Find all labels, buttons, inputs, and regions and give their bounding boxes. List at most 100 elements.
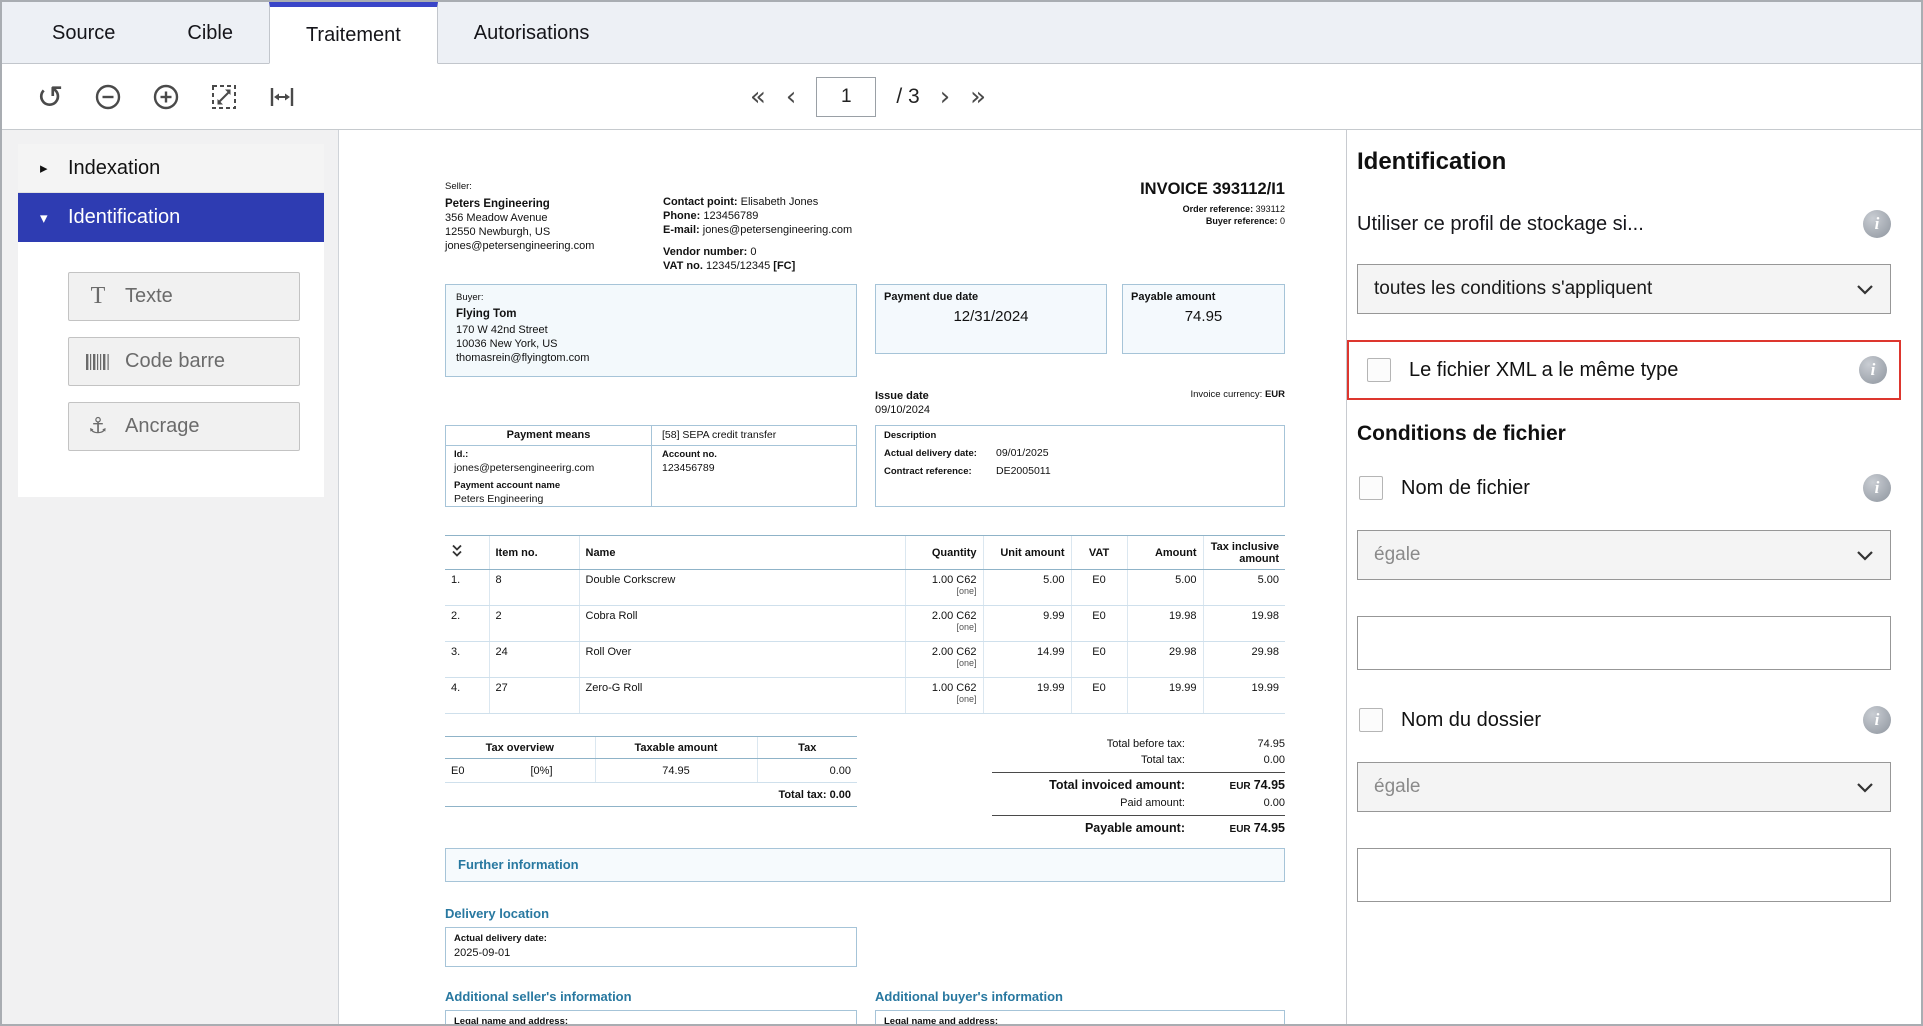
delivery-location-box: Actual delivery date: 2025-09-01 xyxy=(445,927,857,967)
sidebar-item-indexation[interactable]: ▸ Indexation xyxy=(18,144,324,193)
tax-col-overview: Tax overview xyxy=(445,736,595,759)
payment-due-date-box: Payment due date 12/31/2024 xyxy=(875,284,1107,354)
col-amount: Amount xyxy=(1126,535,1203,570)
barcode-tool-button[interactable]: Code barre xyxy=(68,337,300,386)
anchor-tool-button[interactable]: ⚓ Ancrage xyxy=(68,402,300,451)
invoice-title-block: INVOICE 393112/I1 Order reference: 39311… xyxy=(1073,180,1285,282)
seller-block: Seller: Peters Engineering 356 Meadow Av… xyxy=(445,180,663,282)
vendor-number-label: Vendor number: xyxy=(663,246,748,258)
info-icon[interactable]: i xyxy=(1863,210,1891,238)
additional-seller-info-box: Legal name and address: Peters Engineeri… xyxy=(445,1010,857,1024)
folder-name-label: Nom du dossier xyxy=(1401,708,1542,731)
item-row: 1. 8 Double Corkscrew 1.00 C62 [one] 5.00… xyxy=(445,569,1285,606)
xml-type-checkbox[interactable] xyxy=(1367,358,1391,382)
tax-taxable-value: 74.95 xyxy=(594,758,757,783)
zoom-in-button[interactable] xyxy=(144,75,188,119)
tab-cible[interactable]: Cible xyxy=(151,2,269,64)
next-page-button[interactable]: › xyxy=(940,84,950,110)
tool-label: Code barre xyxy=(125,350,226,372)
payable-amount-value: 74.95 xyxy=(1184,308,1223,325)
invoice-header-section: Seller: Peters Engineering 356 Meadow Av… xyxy=(445,180,1285,282)
buyer-email: thomasrein@flyingtom.com xyxy=(456,352,590,364)
sidebar-item-identification[interactable]: ▾ Identification xyxy=(18,193,324,242)
rotate-button[interactable]: ↺ xyxy=(28,75,72,119)
actual-delivery-date-value: 09/01/2025 xyxy=(996,447,1049,459)
item-vat: E0 xyxy=(1070,569,1127,606)
delivery-date-value: 2025-09-01 xyxy=(454,947,511,959)
contract-reference-label: Contract reference: xyxy=(884,466,972,477)
tool-label: Ancrage xyxy=(125,415,200,437)
fit-width-button[interactable] xyxy=(260,75,304,119)
collapse-rows-button[interactable] xyxy=(445,535,489,570)
page-number-input[interactable] xyxy=(816,77,877,117)
item-unit-amount: 14.99 xyxy=(982,641,1071,678)
first-page-button[interactable]: « xyxy=(750,84,766,110)
folder-name-value-input[interactable] xyxy=(1357,848,1891,902)
fit-page-icon xyxy=(212,84,236,109)
item-amount: 19.98 xyxy=(1126,605,1203,642)
fit-width-icon xyxy=(270,87,294,106)
tab-traitement[interactable]: Traitement xyxy=(268,2,438,64)
seller-legal-name-label: Legal name and address: xyxy=(454,1016,569,1024)
folder-name-operator-select[interactable]: égale xyxy=(1357,762,1891,812)
total-before-tax-value: 74.95 xyxy=(1257,738,1285,750)
invoice-currency-value: EUR xyxy=(1264,389,1285,400)
account-number-value: 123456789 xyxy=(662,461,715,474)
seller-email: jones@petersengineering.com xyxy=(445,240,595,252)
document-viewer[interactable]: Seller: Peters Engineering 356 Meadow Av… xyxy=(339,130,1346,1024)
tax-total-label: Total tax: xyxy=(778,788,827,801)
col-unit-amount: Unit amount xyxy=(982,535,1071,570)
contact-label: Contact point: xyxy=(663,196,738,208)
info-icon[interactable]: i xyxy=(1863,474,1891,502)
last-page-button[interactable]: » xyxy=(970,84,986,110)
item-tax-inclusive: 19.98 xyxy=(1202,605,1285,642)
profile-condition-select[interactable]: toutes les conditions s'appliquent xyxy=(1357,264,1891,314)
col-quantity: Quantity xyxy=(904,535,983,570)
item-quantity: 1.00 C62 [one] xyxy=(904,569,983,606)
seller-address2: 12550 Newburgh, US xyxy=(445,226,551,238)
zoom-out-button[interactable] xyxy=(86,75,130,119)
file-name-checkbox[interactable] xyxy=(1359,476,1383,500)
annotation-tools: T Texte Code barre ⚓ Ancrage xyxy=(18,242,324,497)
tab-autorisations[interactable]: Autorisations xyxy=(438,2,626,64)
tax-totals-row: Tax overview Taxable amount Tax E0 [0%] 7… xyxy=(445,736,1285,838)
contact-block: Contact point: Elisabeth Jones Phone: 12… xyxy=(663,180,1073,282)
folder-name-checkbox[interactable] xyxy=(1359,708,1383,732)
item-row: 2. 2 Cobra Roll 2.00 C62 [one] 9.99 E0 19… xyxy=(445,605,1285,642)
item-no: 27 xyxy=(488,677,579,714)
actual-delivery-date-label: Actual delivery date: xyxy=(884,448,977,459)
item-vat: E0 xyxy=(1070,641,1127,678)
item-name: Double Corkscrew xyxy=(578,569,905,606)
item-no: 24 xyxy=(488,641,579,678)
buyer-label: Buyer: xyxy=(456,292,484,303)
tool-label: Texte xyxy=(125,285,173,307)
fit-page-button[interactable] xyxy=(202,75,246,119)
total-invoiced-label: Total invoiced amount: xyxy=(1049,778,1185,792)
col-name: Name xyxy=(578,535,905,570)
email-label: E-mail: xyxy=(663,224,700,236)
rotate-icon: ↺ xyxy=(36,77,64,116)
app-window: Source Cible Traitement Autorisations ↺ xyxy=(0,0,1923,1026)
profile-condition-value: toutes les conditions s'appliquent xyxy=(1374,278,1653,299)
tab-source[interactable]: Source xyxy=(16,2,151,64)
payment-description-row: Payment means [58] SEPA credit transfer … xyxy=(445,425,1285,507)
info-icon[interactable]: i xyxy=(1863,706,1891,734)
text-tool-button[interactable]: T Texte xyxy=(68,272,300,321)
file-name-value-input[interactable] xyxy=(1357,616,1891,670)
total-tax-label: Total tax: xyxy=(1140,754,1185,766)
tab-bar: Source Cible Traitement Autorisations xyxy=(2,2,1921,64)
item-no: 8 xyxy=(488,569,579,606)
previous-page-button[interactable]: ‹ xyxy=(786,84,796,110)
page-total-label: / 3 xyxy=(896,85,920,108)
payment-due-date-value: 12/31/2024 xyxy=(953,308,1029,325)
file-name-condition-row: Nom de fichier i xyxy=(1357,474,1891,502)
viewer-toolbar: ↺ « ‹ 1 / 3 › » xyxy=(2,64,1921,130)
payment-means-box: Payment means [58] SEPA credit transfer … xyxy=(445,425,857,507)
file-name-operator-select[interactable]: égale xyxy=(1357,530,1891,580)
payment-means-type: [58] SEPA credit transfer xyxy=(651,426,856,445)
info-icon[interactable]: i xyxy=(1859,356,1887,384)
buyer-legal-name-label: Legal name and address: xyxy=(884,1016,999,1024)
item-vat: E0 xyxy=(1070,677,1127,714)
vat-label: VAT no. xyxy=(663,260,703,272)
description-box: Description Actual delivery date: 09/01/2… xyxy=(875,425,1285,507)
